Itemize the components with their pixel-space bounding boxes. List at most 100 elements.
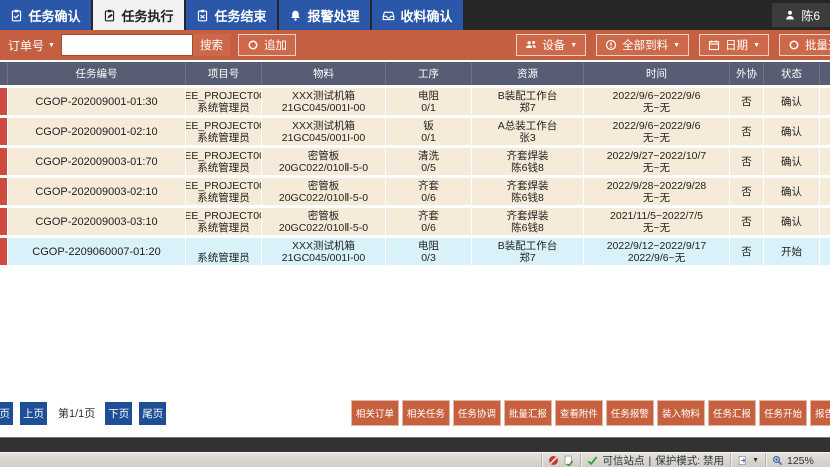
cell-task-no: CGOP-2209060007-01:20: [8, 238, 186, 265]
header-cell: 资源: [472, 62, 584, 85]
material-filter-button[interactable]: 全部到料 ▼: [596, 34, 689, 56]
table-row[interactable]: CGOP-202009003-01:70QEE_PROJECT001系统管理员密…: [0, 148, 830, 175]
cell-text: 钣: [423, 120, 434, 132]
protected-mode-label: 保护模式: 禁用: [655, 453, 724, 467]
cell-trailing: [820, 118, 830, 145]
first-page-button[interactable]: 首页: [0, 402, 13, 425]
cell-text: [222, 240, 225, 252]
trusted-zone-section: 可信站点 | 保护模式: 禁用: [580, 453, 730, 467]
cell-text: 2022/9/6~2022/9/6: [613, 90, 701, 102]
cell-text: 21GC045/001I-00: [282, 132, 365, 144]
table-row[interactable]: CGOP-202009003-02:10QEE_PROJECT001系统管理员密…: [0, 178, 830, 205]
cell-outsource: 否: [730, 88, 764, 115]
action-button-8[interactable]: 任务开始: [759, 400, 807, 426]
cell-text: B装配工作台: [498, 90, 558, 102]
tab-alarm-handle[interactable]: 报警处理: [279, 0, 370, 30]
action-button-6[interactable]: 装入物料: [657, 400, 705, 426]
task-action-buttons: 相关订单相关任务任务协调批量汇报查看附件任务报警装入物料任务汇报任务开始报告填写: [351, 400, 830, 426]
cell-text: 2021/11/5~2022/7/5: [610, 210, 703, 222]
append-label: 追加: [264, 37, 287, 53]
cell-trailing: [820, 178, 830, 205]
search-button[interactable]: 搜索: [193, 34, 230, 56]
calendar-icon: [708, 39, 720, 51]
chevron-down-icon: ▼: [753, 42, 760, 49]
cell-status: 开始: [764, 238, 820, 265]
cell-project: QEE_PROJECT001系统管理员: [186, 208, 262, 235]
cell-process: 钣0/1: [386, 118, 472, 145]
cell-text: QEE_PROJECT001: [186, 150, 262, 162]
search-field-selector[interactable]: 订单号 ▼: [0, 37, 61, 54]
date-filter-button[interactable]: 日期 ▼: [699, 34, 769, 56]
action-button-0[interactable]: 相关订单: [351, 400, 399, 426]
search-input[interactable]: [61, 34, 193, 56]
batch-select-button[interactable]: 批量选择: [779, 34, 830, 56]
row-marker: [0, 208, 8, 235]
cell-text: 系统管理员: [197, 102, 250, 114]
action-button-2[interactable]: 任务协调: [453, 400, 501, 426]
cell-text: 无~无: [643, 132, 670, 144]
compat-view-control[interactable]: ▼: [730, 453, 765, 467]
cell-outsource: 否: [730, 208, 764, 235]
next-page-button[interactable]: 下页: [105, 402, 132, 425]
action-button-5[interactable]: 任务报警: [606, 400, 654, 426]
page-check-icon: [563, 455, 574, 466]
cell-status: 确认: [764, 88, 820, 115]
cell-time: 2021/11/5~2022/7/5无~无: [584, 208, 730, 235]
cell-text: 系统管理员: [197, 192, 250, 204]
cell-text: 2022/9/6~2022/9/6: [613, 120, 701, 132]
cell-time: 2022/9/6~2022/9/6无~无: [584, 118, 730, 145]
row-marker: [0, 178, 8, 205]
table-header-row: 任务编号项目号物料工序资源时间外协状态: [0, 62, 830, 85]
table-row[interactable]: CGOP-2209060007-01:20 系统管理员XXX测试机箱21GC04…: [0, 238, 830, 265]
tab-task-execute[interactable]: 任务执行: [93, 0, 184, 30]
tab-task-confirm[interactable]: 任务确认: [0, 0, 91, 30]
cell-text: 齐套焊装: [507, 210, 549, 222]
cell-text: 0/3: [421, 252, 436, 264]
cell-text: CGOP-2209060007-01:20: [32, 246, 160, 258]
cell-text: 开始: [781, 246, 802, 258]
cell-task-no: CGOP-202009003-02:10: [8, 178, 186, 205]
clipboard-x-icon: [196, 9, 209, 22]
action-button-7[interactable]: 任务汇报: [708, 400, 756, 426]
action-button-9[interactable]: 报告填写: [810, 400, 830, 426]
cell-text: 密管板: [308, 180, 340, 192]
table-row[interactable]: CGOP-202009003-03:10QEE_PROJECT001系统管理员密…: [0, 208, 830, 235]
action-button-1[interactable]: 相关任务: [402, 400, 450, 426]
cell-text: 无~无: [643, 192, 670, 204]
cell-project: QEE_PROJECT001系统管理员: [186, 118, 262, 145]
date-label: 日期: [725, 37, 748, 53]
chevron-down-icon: ▼: [752, 457, 759, 464]
tab-task-end[interactable]: 任务结束: [186, 0, 277, 30]
cell-text: QEE_PROJECT001: [186, 90, 262, 102]
cell-text: XXX测试机箱: [292, 120, 355, 132]
cell-text: 0/6: [421, 192, 436, 204]
table-row[interactable]: CGOP-202009001-01:30QEE_PROJECT001系统管理员X…: [0, 88, 830, 115]
cell-text: 确认: [781, 96, 802, 108]
current-user-button[interactable]: 陈6: [772, 3, 830, 27]
browser-status-bar: 可信站点 | 保护模式: 禁用 ▼ 125%: [0, 452, 830, 467]
action-button-3[interactable]: 批量汇报: [504, 400, 552, 426]
cell-text: 齐套焊装: [507, 150, 549, 162]
table-row[interactable]: CGOP-202009001-02:10QEE_PROJECT001系统管理员X…: [0, 118, 830, 145]
task-list-area: 任务编号项目号物料工序资源时间外协状态 CGOP-202009001-01:30…: [0, 60, 830, 437]
cell-text: 系统管理员: [197, 132, 250, 144]
cell-task-no: CGOP-202009001-01:30: [8, 88, 186, 115]
cell-text: 陈6钱8: [511, 222, 544, 234]
device-label: 设备: [542, 37, 565, 53]
cell-text: CGOP-202009003-01:70: [35, 156, 157, 168]
append-button[interactable]: 追加: [238, 34, 296, 56]
tab-receive-confirm[interactable]: 收料确认: [372, 0, 463, 30]
cell-text: CGOP-202009003-03:10: [35, 216, 157, 228]
prev-page-button[interactable]: 上页: [20, 402, 47, 425]
action-button-4[interactable]: 查看附件: [555, 400, 603, 426]
device-filter-button[interactable]: 设备 ▼: [516, 34, 586, 56]
header-label: 物料: [313, 68, 334, 80]
cell-material: 密管板20GC022/010Ⅱ-5-0: [262, 178, 386, 205]
last-page-button[interactable]: 尾页: [139, 402, 166, 425]
cell-time: 2022/9/27~2022/10/7无~无: [584, 148, 730, 175]
zoom-level-control[interactable]: 125%: [765, 453, 830, 467]
row-marker: [0, 118, 8, 145]
header-cell: 物料: [262, 62, 386, 85]
cell-text: 2022/9/28~2022/9/28: [607, 180, 707, 192]
tab-label: 任务确认: [28, 6, 80, 25]
